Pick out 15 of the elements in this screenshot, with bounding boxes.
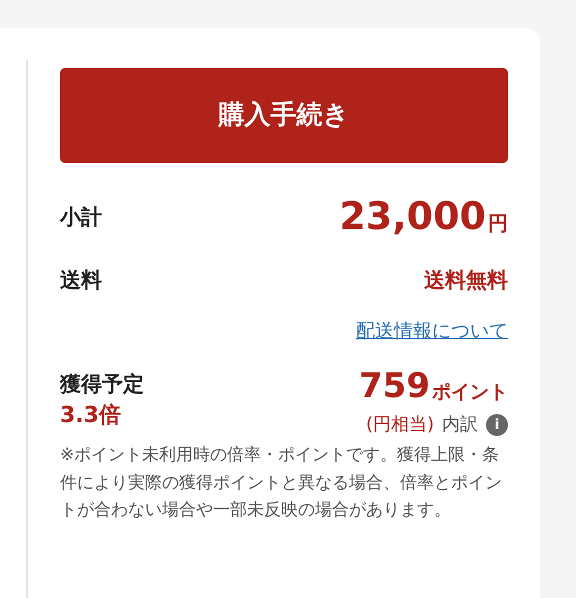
checkout-button[interactable]: 購入手続き <box>60 68 508 163</box>
shipping-label: 送料 <box>60 267 102 294</box>
shipping-value: 送料無料 <box>424 267 508 294</box>
subtotal-amount: 23,000 <box>339 197 486 235</box>
points-amount: 759 <box>359 369 430 403</box>
points-label: 獲得予定 <box>60 371 144 398</box>
info-icon[interactable]: i <box>486 414 508 436</box>
shipping-info-link[interactable]: 配送情報について <box>356 316 508 345</box>
subtotal-label: 小計 <box>60 204 102 230</box>
points-rate: 3.3倍 <box>60 402 122 430</box>
points-note: ※ポイント未利用時の倍率・ポイントです。獲得上限・条件により実際の獲得ポイントと異なる場合、倍率とポイントが合わない場合や一部未反映の場合があります。 <box>60 444 503 522</box>
yen-equivalent: (円相当) <box>366 413 434 437</box>
currency-unit: 円 <box>488 213 508 233</box>
points-unit: ポイント <box>432 383 508 402</box>
breakdown-label: 内訳 <box>442 413 478 437</box>
